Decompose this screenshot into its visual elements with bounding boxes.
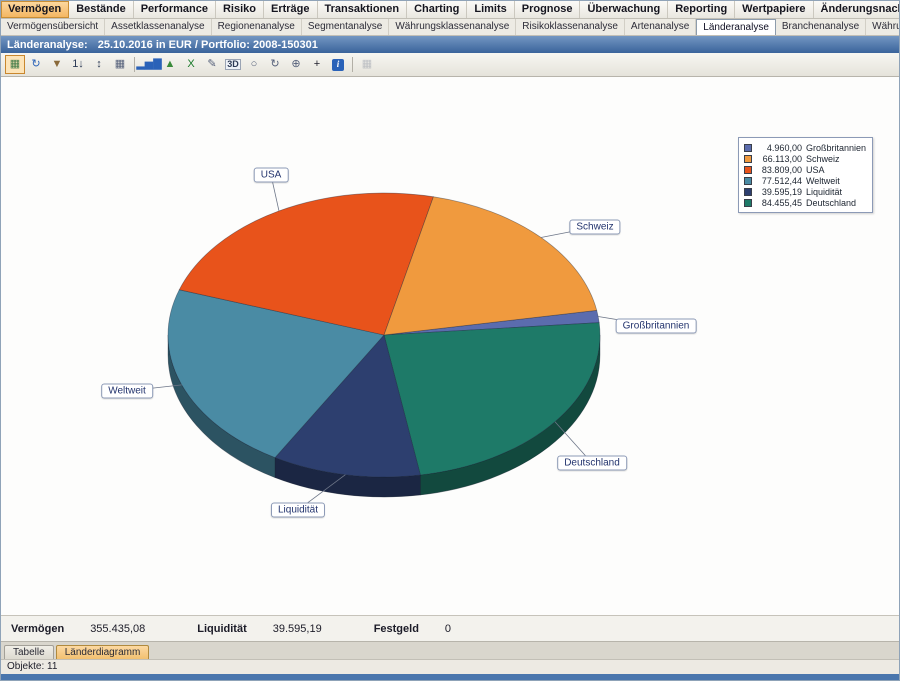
filter-edit-icon[interactable]: ▼ xyxy=(47,55,67,74)
excel-export-icon[interactable]: X xyxy=(181,55,201,74)
legend-label: USA xyxy=(806,165,825,175)
summary-value-festgeld: 0 xyxy=(445,623,451,635)
options-icon: ▦ xyxy=(357,55,377,74)
area-chart-icon[interactable]: ▲ xyxy=(160,55,180,74)
legend-swatch xyxy=(744,177,752,185)
legend-label: Weltweit xyxy=(806,176,840,186)
legend-row-liquidität: 39.595,19 Liquidität xyxy=(744,186,866,197)
bottom-tab-bar: TabelleLänderdiagramm xyxy=(1,641,899,659)
page-subtitle: 25.10.2016 in EUR / Portfolio: 2008-1503… xyxy=(98,39,318,51)
zoom-icon[interactable]: ⊕ xyxy=(286,55,306,74)
legend-swatch xyxy=(744,199,752,207)
lasso-icon[interactable]: ○ xyxy=(244,55,264,74)
legend-value: 39.595,19 xyxy=(756,187,802,197)
title-bar: Länderanalyse: 25.10.2016 in EUR / Portf… xyxy=(1,36,899,53)
sort-ascending-icon[interactable]: 1↓ xyxy=(68,55,88,74)
legend-value: 83.809,00 xyxy=(756,165,802,175)
table-grid-icon[interactable]: ▦ xyxy=(110,55,130,74)
menu-item-performance[interactable]: Performance xyxy=(134,1,216,18)
summary-label-vermögen: Vermögen xyxy=(11,623,64,635)
legend-value: 66.113,00 xyxy=(756,154,802,164)
plus-icon[interactable]: + xyxy=(307,55,327,74)
pie-label-großbritannien[interactable]: Großbritannien xyxy=(616,319,697,334)
summary-value-liquidität: 39.595,19 xyxy=(273,623,322,635)
legend-value: 4.960,00 xyxy=(756,143,802,153)
legend-swatch xyxy=(744,155,752,163)
window-bottom-edge xyxy=(1,674,899,680)
chart-edit-icon[interactable]: ✎ xyxy=(202,55,222,74)
info-icon[interactable]: i xyxy=(328,55,348,74)
chart-legend: 4.960,00Großbritannien66.113,00Schweiz83… xyxy=(738,137,873,213)
subtab-währungsklassenanalyse[interactable]: Währungsklassenanalyse xyxy=(389,19,516,35)
subtab-vermögensübersicht[interactable]: Vermögensübersicht xyxy=(1,19,105,35)
legend-swatch xyxy=(744,188,752,196)
chart-view-icon[interactable]: ▦ xyxy=(5,55,25,74)
subtab-länderanalyse[interactable]: Länderanalyse xyxy=(696,19,776,35)
subtab-artenanalyse[interactable]: Artenanalyse xyxy=(625,19,696,35)
legend-value: 84.455,45 xyxy=(756,198,802,208)
bottom-tab-tabelle[interactable]: Tabelle xyxy=(4,645,54,659)
menu-item-reporting[interactable]: Reporting xyxy=(668,1,735,18)
chart-panel: 4.960,00Großbritannien66.113,00Schweiz83… xyxy=(1,77,899,615)
page-title: Länderanalyse: xyxy=(7,39,88,51)
subtab-branchenanalyse[interactable]: Branchenanalyse xyxy=(776,19,866,35)
pie-label-schweiz[interactable]: Schweiz xyxy=(569,220,620,235)
menu-item-prognose[interactable]: Prognose xyxy=(515,1,581,18)
menubar: VermögenBeständePerformanceRisikoErträge… xyxy=(1,1,899,19)
legend-swatch xyxy=(744,166,752,174)
menu-item-limits[interactable]: Limits xyxy=(467,1,514,18)
menu-item-änderungsnachverfolgung[interactable]: Änderungsnachverfolgung xyxy=(814,1,900,18)
subtab-regionenanalyse[interactable]: Regionenanalyse xyxy=(212,19,302,35)
pie-slice-deutschland[interactable] xyxy=(384,323,600,475)
menu-item-risiko[interactable]: Risiko xyxy=(216,1,264,18)
pie-label-usa[interactable]: USA xyxy=(254,168,289,183)
pie-label-weltweit[interactable]: Weltweit xyxy=(101,384,153,399)
app-window: VermögenBeständePerformanceRisikoErträge… xyxy=(0,0,900,681)
status-text: Objekte: 11 xyxy=(7,661,57,672)
legend-label: Schweiz xyxy=(806,154,840,164)
status-bar: Objekte: 11 xyxy=(1,659,899,674)
subtab-assetklassenanalyse[interactable]: Assetklassenanalyse xyxy=(105,19,211,35)
summary-value-vermögen: 355.435,08 xyxy=(90,623,145,635)
sort-order-icon[interactable]: ↕ xyxy=(89,55,109,74)
menu-item-überwachung[interactable]: Überwachung xyxy=(580,1,668,18)
legend-row-deutschland: 84.455,45 Deutschland xyxy=(744,197,866,208)
legend-label: Großbritannien xyxy=(806,143,866,153)
toolbar: ▦↻▼1↓↕▦▂▅▇▲X✎3D○↻⊕+i▦ xyxy=(1,53,899,77)
menu-item-wertpapiere[interactable]: Wertpapiere xyxy=(735,1,813,18)
legend-swatch xyxy=(744,144,752,152)
legend-value: 77.512,44 xyxy=(756,176,802,186)
menu-item-erträge[interactable]: Erträge xyxy=(264,1,318,18)
menu-item-transaktionen[interactable]: Transaktionen xyxy=(318,1,408,18)
pie-label-liquidität[interactable]: Liquidität xyxy=(271,503,325,518)
summary-label-liquidität: Liquidität xyxy=(197,623,247,635)
menu-item-bestände[interactable]: Bestände xyxy=(69,1,134,18)
subtab-risikoklassenanalyse[interactable]: Risikoklassenanalyse xyxy=(516,19,625,35)
summary-bar: Vermögen 355.435,08 Liquidität 39.595,19 Fes… xyxy=(1,615,899,641)
pie-label-deutschland[interactable]: Deutschland xyxy=(557,456,627,471)
legend-label: Deutschland xyxy=(806,198,856,208)
legend-row-weltweit: 77.512,44 Weltweit xyxy=(744,175,866,186)
menu-item-charting[interactable]: Charting xyxy=(407,1,467,18)
legend-row-usa: 83.809,00 USA xyxy=(744,164,866,175)
legend-row-großbritannien: 4.960,00 Großbritannien xyxy=(744,142,866,153)
rotate-icon[interactable]: ↻ xyxy=(265,55,285,74)
summary-label-festgeld: Festgeld xyxy=(374,623,419,635)
subtab-währungsanalyse[interactable]: Währungsanalyse xyxy=(866,19,900,35)
toolbar-separator xyxy=(352,57,353,72)
bar-chart-icon[interactable]: ▂▅▇ xyxy=(139,55,159,74)
legend-row-schweiz: 66.113,00 Schweiz xyxy=(744,153,866,164)
menu-item-vermögen[interactable]: Vermögen xyxy=(1,1,69,18)
legend-label: Liquidität xyxy=(806,187,842,197)
bottom-tab-länderdiagramm[interactable]: Länderdiagramm xyxy=(56,645,150,659)
refresh-icon[interactable]: ↻ xyxy=(26,55,46,74)
three-d-icon[interactable]: 3D xyxy=(223,55,243,74)
subtab-bar: VermögensübersichtAssetklassenanalyseReg… xyxy=(1,19,899,36)
subtab-segmentanalyse[interactable]: Segmentanalyse xyxy=(302,19,390,35)
toolbar-separator xyxy=(134,57,135,72)
